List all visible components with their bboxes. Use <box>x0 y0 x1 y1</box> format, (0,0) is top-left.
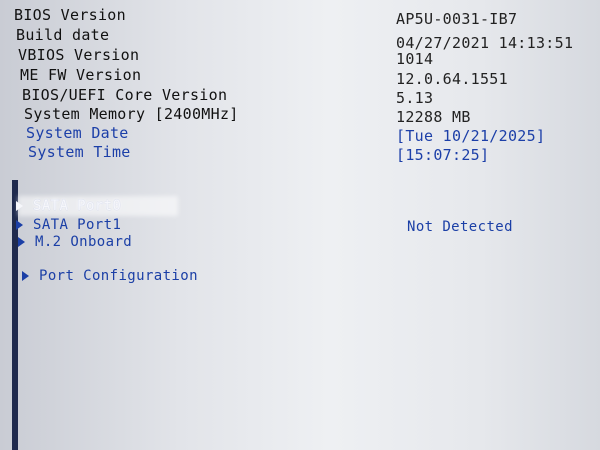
triangle-right-icon <box>16 201 23 211</box>
bios-version-value: AP5U-0031-IB7 <box>396 10 518 28</box>
port-configuration-label: Port Configuration <box>39 268 198 284</box>
core-version-value: 5.13 <box>396 89 434 107</box>
triangle-right-icon <box>18 237 25 247</box>
m2-onboard-label: M.2 Onboard <box>35 234 133 250</box>
me-fw-version-value: 12.0.64.1551 <box>396 70 508 88</box>
core-version-label: BIOS/UEFI Core Version <box>22 86 228 104</box>
build-date-label: Build date <box>16 26 110 44</box>
system-memory-label: System Memory [2400MHz] <box>24 105 239 123</box>
system-time-label[interactable]: System Time <box>28 143 131 161</box>
menu-item-m2-onboard[interactable]: M.2 Onboard <box>18 234 132 250</box>
system-time-value[interactable]: [15:07:25] <box>396 146 489 164</box>
system-date-label[interactable]: System Date <box>26 124 129 142</box>
vbios-version-value: 1014 <box>396 50 434 68</box>
me-fw-version-label: ME FW Version <box>20 66 142 84</box>
menu-item-port-configuration[interactable]: Port Configuration <box>22 268 198 284</box>
menu-item-sata-port1[interactable]: SATA Port1 <box>16 217 121 233</box>
system-date-value[interactable]: [Tue 10/21/2025] <box>396 127 545 145</box>
vbios-version-label: VBIOS Version <box>18 46 140 64</box>
menu-item-sata-port0[interactable]: SATA Port0 <box>16 198 121 214</box>
sata-port0-label: SATA Port0 <box>33 198 122 214</box>
sata-port1-status: Not Detected <box>407 219 513 235</box>
triangle-right-icon <box>22 271 29 281</box>
system-memory-value: 12288 MB <box>396 108 471 126</box>
bios-version-label: BIOS Version <box>14 6 126 24</box>
bios-screen: BIOS Version AP5U-0031-IB7 Build date 04… <box>0 0 600 450</box>
sata-port1-label: SATA Port1 <box>33 217 122 233</box>
triangle-right-icon <box>16 220 23 230</box>
